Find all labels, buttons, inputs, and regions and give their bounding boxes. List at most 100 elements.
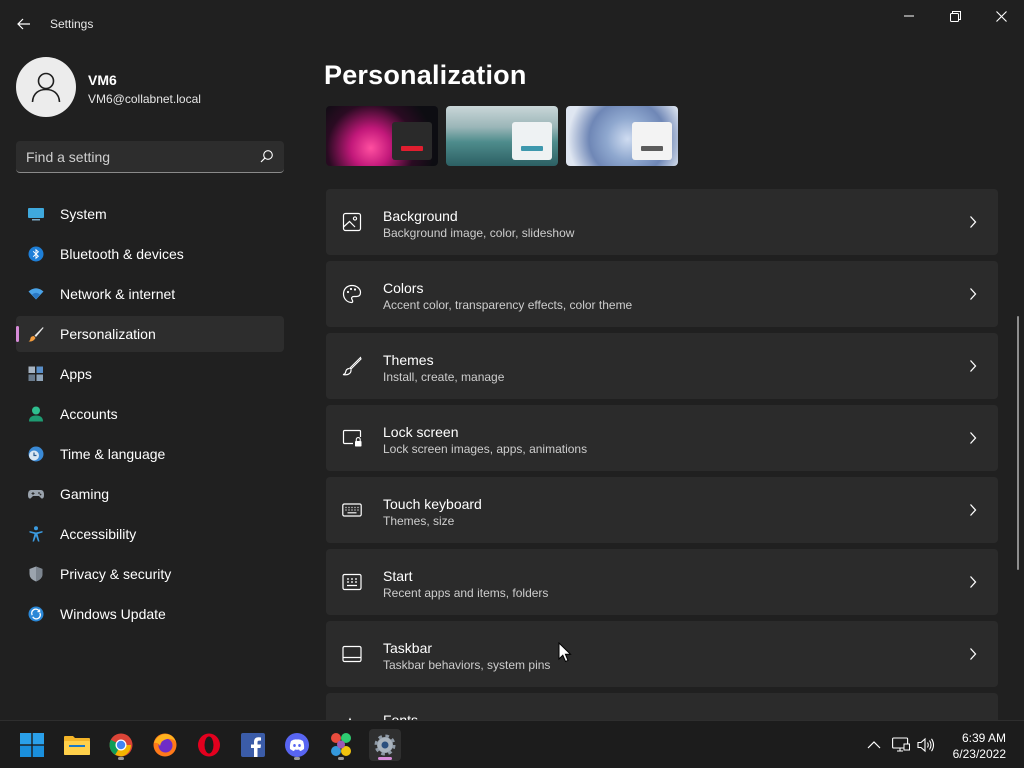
sidebar-item-personalization[interactable]: Personalization — [16, 316, 284, 352]
taskbar-photos[interactable] — [325, 729, 357, 761]
firefox-icon — [153, 733, 177, 757]
sidebar-item-gaming[interactable]: Gaming — [16, 476, 284, 512]
theme-thumb-lake[interactable] — [446, 106, 558, 166]
lock-screen-icon — [342, 429, 362, 447]
start-icon — [342, 573, 362, 591]
chrome-icon — [109, 733, 133, 757]
theme-thumb-glow[interactable] — [326, 106, 438, 166]
theme-thumb-bloom[interactable] — [566, 106, 678, 166]
sidebar-item-label: Accessibility — [60, 526, 137, 542]
wifi-icon — [28, 288, 44, 300]
card-themes[interactable]: Themes Install, create, manage — [326, 333, 998, 399]
mouse-cursor-icon — [558, 642, 572, 663]
sidebar-item-windows-update[interactable]: Windows Update — [16, 596, 284, 632]
back-button[interactable] — [10, 10, 38, 38]
running-indicator — [294, 757, 300, 760]
taskbar-file-explorer[interactable] — [61, 729, 93, 761]
brush-icon — [28, 327, 44, 342]
sidebar-nav: System Bluetooth & devices Network & int… — [16, 196, 284, 636]
minimize-icon — [904, 15, 914, 17]
sidebar-item-system[interactable]: System — [16, 196, 284, 232]
tray-overflow-button[interactable] — [864, 735, 884, 755]
settings-icon — [374, 734, 396, 756]
sidebar-item-label: Privacy & security — [60, 566, 172, 582]
sidebar-item-privacy[interactable]: Privacy & security — [16, 556, 284, 592]
theme-preview-window — [392, 122, 432, 160]
photos-icon — [331, 733, 351, 756]
chevron-right-icon — [970, 288, 977, 300]
taskbar-opera[interactable] — [193, 729, 225, 761]
brush-icon — [342, 356, 362, 376]
card-taskbar[interactable]: Taskbar Taskbar behaviors, system pins — [326, 621, 998, 687]
user-icon — [31, 72, 61, 103]
sidebar-item-accessibility[interactable]: Accessibility — [16, 516, 284, 552]
card-fonts[interactable]: Fonts — [326, 693, 998, 720]
running-indicator — [378, 757, 392, 760]
taskbar-settings[interactable] — [369, 729, 401, 761]
running-indicator — [118, 757, 124, 760]
search-icon[interactable] — [260, 149, 274, 163]
card-subtitle: Install, create, manage — [383, 370, 505, 384]
sidebar-item-accounts[interactable]: Accounts — [16, 396, 284, 432]
theme-preview-window — [632, 122, 672, 160]
taskbar-facebook[interactable] — [237, 729, 269, 761]
gamepad-icon — [28, 490, 44, 499]
update-icon — [28, 606, 44, 622]
card-title: Taskbar — [383, 640, 433, 656]
sidebar-item-bluetooth[interactable]: Bluetooth & devices — [16, 236, 284, 272]
taskbar-discord[interactable] — [281, 729, 313, 761]
running-indicator — [338, 757, 344, 760]
sidebar-item-label: Gaming — [60, 486, 110, 502]
taskbar-start-button[interactable] — [16, 729, 48, 761]
card-colors[interactable]: Colors Accent color, transparency effect… — [326, 261, 998, 327]
card-subtitle: Themes, size — [383, 514, 455, 528]
sidebar-item-label: Apps — [60, 366, 92, 382]
chevron-right-icon — [970, 576, 977, 588]
shield-icon — [29, 566, 43, 582]
avatar[interactable] — [16, 57, 76, 117]
card-background[interactable]: Background Background image, color, slid… — [326, 189, 998, 255]
taskbar: 6:39 AM 6/23/2022 — [0, 720, 1024, 768]
search-input[interactable] — [16, 141, 252, 172]
card-title: Start — [383, 568, 413, 584]
card-title: Lock screen — [383, 424, 459, 440]
theme-preview-accent — [401, 146, 423, 151]
opera-icon — [198, 733, 220, 757]
sidebar-item-network[interactable]: Network & internet — [16, 276, 284, 312]
profile-email: VM6@collabnet.local — [88, 92, 201, 106]
card-subtitle: Lock screen images, apps, animations — [383, 442, 588, 456]
sidebar-item-time-language[interactable]: Time & language — [16, 436, 284, 472]
card-touch-keyboard[interactable]: Touch keyboard Themes, size — [326, 477, 998, 543]
scrollbar[interactable] — [1017, 316, 1019, 570]
taskbar-clock[interactable]: 6:39 AM 6/23/2022 — [953, 730, 1006, 762]
close-button[interactable] — [978, 4, 1024, 28]
taskbar-firefox[interactable] — [149, 729, 181, 761]
search-box[interactable] — [16, 141, 284, 173]
facebook-icon — [241, 733, 265, 757]
sidebar-item-label: Windows Update — [60, 606, 166, 622]
card-start[interactable]: Start Recent apps and items, folders — [326, 549, 998, 615]
card-lock-screen[interactable]: Lock screen Lock screen images, apps, an… — [326, 405, 998, 471]
title-bar: Settings — [0, 0, 1024, 48]
tray-volume-button[interactable] — [916, 735, 936, 755]
card-subtitle: Background image, color, slideshow — [383, 226, 575, 240]
keyboard-icon — [342, 503, 362, 517]
chevron-right-icon — [970, 360, 977, 372]
card-title: Themes — [383, 352, 434, 368]
sidebar-item-label: Network & internet — [60, 286, 176, 302]
clock-time: 6:39 AM — [961, 731, 1006, 745]
close-icon — [995, 10, 1007, 22]
sidebar-item-label: Accounts — [60, 406, 118, 422]
profile-name: VM6 — [88, 72, 117, 88]
page-title: Personalization — [324, 60, 527, 90]
clock-globe-icon — [28, 446, 44, 462]
restore-button[interactable] — [932, 4, 978, 28]
sidebar-item-apps[interactable]: Apps — [16, 356, 284, 392]
tray-network-button[interactable] — [891, 735, 911, 755]
minimize-button[interactable] — [886, 4, 932, 28]
accounts-icon — [29, 406, 43, 422]
card-title: Colors — [383, 280, 424, 296]
taskbar-chrome[interactable] — [105, 729, 137, 761]
chevron-right-icon — [970, 216, 977, 228]
sidebar-item-label: Bluetooth & devices — [60, 246, 184, 262]
